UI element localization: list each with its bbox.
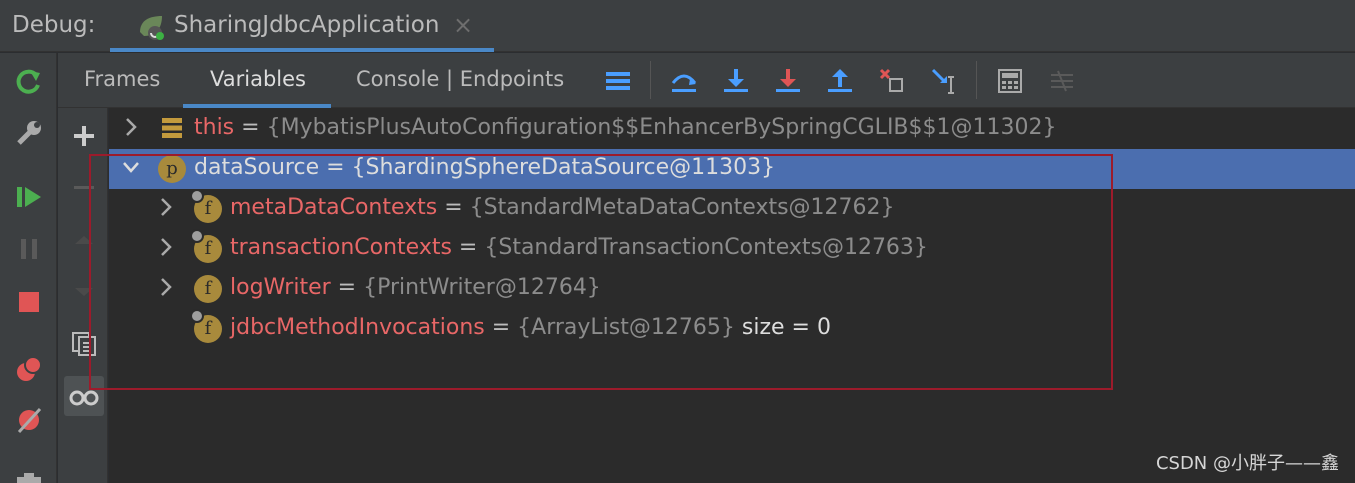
tab-frames[interactable]: Frames <box>84 67 160 91</box>
toolbar-separator <box>650 61 651 99</box>
property-badge-icon: p <box>158 155 186 183</box>
run-tab-title: SharingJdbcApplication <box>174 12 440 38</box>
variable-name: transactionContexts <box>230 235 452 260</box>
tree-row-datasource[interactable]: p dataSource = {ShardingSphereDataSource… <box>109 149 1355 189</box>
variables-tree: this = {MybatisPlusAutoConfiguration$$En… <box>109 108 1355 483</box>
variable-size: size = 0 <box>734 315 831 340</box>
drop-frame-icon[interactable] <box>876 65 908 97</box>
variable-equals: = <box>484 315 518 340</box>
tree-row-this[interactable]: this = {MybatisPlusAutoConfiguration$$En… <box>109 109 1355 149</box>
final-modifier-icon <box>190 309 204 323</box>
menu-icon[interactable] <box>602 65 634 97</box>
copy-icon[interactable] <box>64 324 104 364</box>
chevron-right-icon[interactable] <box>156 275 176 299</box>
active-tab-indicator <box>110 48 494 52</box>
toolbar-separator <box>976 61 977 99</box>
chevron-down-icon[interactable] <box>121 155 141 179</box>
debug-left-toolbar <box>0 53 57 483</box>
rerun-icon[interactable] <box>12 65 46 99</box>
variable-equals: = <box>234 115 267 140</box>
run-to-cursor-icon[interactable] <box>928 65 960 97</box>
tree-row-metadatacontexts[interactable]: f metaDataContexts = {StandardMetaDataCo… <box>109 189 1355 229</box>
add-watch-icon[interactable] <box>64 116 104 156</box>
debug-tool-window-header: Debug: SharingJdbcApplication × <box>0 0 1355 52</box>
resume-icon[interactable] <box>12 180 46 214</box>
variable-value: {MybatisPlusAutoConfiguration$$EnhancerB… <box>266 115 1057 140</box>
variable-value: {PrintWriter@12764} <box>363 275 601 300</box>
chevron-right-icon[interactable] <box>156 195 176 219</box>
field-badge-icon: f <box>190 309 222 343</box>
variable-equals: = <box>319 155 352 180</box>
variable-value: {ArrayList@12765} <box>517 315 735 340</box>
variable-value: {StandardTransactionContexts@12763} <box>484 235 928 260</box>
variable-name: logWriter <box>230 275 331 300</box>
run-config-tab[interactable]: SharingJdbcApplication × <box>110 0 494 52</box>
stop-icon[interactable] <box>12 285 46 319</box>
object-stack-icon <box>162 118 182 138</box>
view-breakpoints-icon[interactable] <box>12 352 46 386</box>
trace-stream-icon[interactable] <box>1046 65 1078 97</box>
variables-side-toolbar <box>58 108 108 483</box>
spring-boot-app-icon <box>140 16 164 40</box>
camera-icon[interactable] <box>12 463 46 483</box>
move-up-icon[interactable] <box>64 220 104 260</box>
field-badge-icon: f <box>190 229 222 263</box>
field-badge-icon: f <box>190 189 222 223</box>
tree-row-transactioncontexts[interactable]: f transactionContexts = {StandardTransac… <box>109 229 1355 269</box>
chevron-right-icon[interactable] <box>121 115 141 139</box>
pause-icon[interactable] <box>12 232 46 266</box>
final-modifier-icon <box>190 189 204 203</box>
variable-equals: = <box>330 275 364 300</box>
variable-equals: = <box>437 195 470 220</box>
variable-name: dataSource <box>194 155 320 180</box>
debugger-tabs-bar: Frames Variables Console | Endpoints <box>58 53 1355 108</box>
variable-name: this <box>194 115 235 140</box>
evaluate-expression-icon[interactable] <box>994 65 1026 97</box>
variable-value: {ShardingSphereDataSource@11303} <box>351 155 776 180</box>
tree-row-jdbcmethodinvocations[interactable]: f jdbcMethodInvocations = {ArrayList@127… <box>109 309 1355 349</box>
show-watches-icon[interactable] <box>64 376 104 416</box>
remove-watch-icon[interactable] <box>64 168 104 208</box>
move-down-icon[interactable] <box>64 272 104 312</box>
step-into-icon[interactable] <box>720 65 752 97</box>
debug-label: Debug: <box>12 12 96 38</box>
final-modifier-icon <box>190 229 204 243</box>
variable-equals: = <box>451 235 485 260</box>
close-tab-icon[interactable]: × <box>453 11 473 39</box>
field-badge-icon: f <box>194 275 222 303</box>
tab-variables[interactable]: Variables <box>210 67 306 91</box>
variable-name: jdbcMethodInvocations <box>230 315 485 340</box>
chevron-right-icon[interactable] <box>156 235 176 259</box>
step-out-icon[interactable] <box>824 65 856 97</box>
watermark: CSDN @小胖子——鑫 <box>1155 453 1339 474</box>
tab-console-endpoints[interactable]: Console | Endpoints <box>356 67 564 91</box>
step-over-icon[interactable] <box>668 65 700 97</box>
force-step-into-icon[interactable] <box>772 65 804 97</box>
variable-value: {StandardMetaDataContexts@12762} <box>469 195 895 220</box>
variable-name: metaDataContexts <box>230 195 438 220</box>
tree-row-logwriter[interactable]: f logWriter = {PrintWriter@12764} <box>109 269 1355 309</box>
mute-breakpoints-icon[interactable] <box>12 403 46 437</box>
settings-wrench-icon[interactable] <box>12 116 46 150</box>
